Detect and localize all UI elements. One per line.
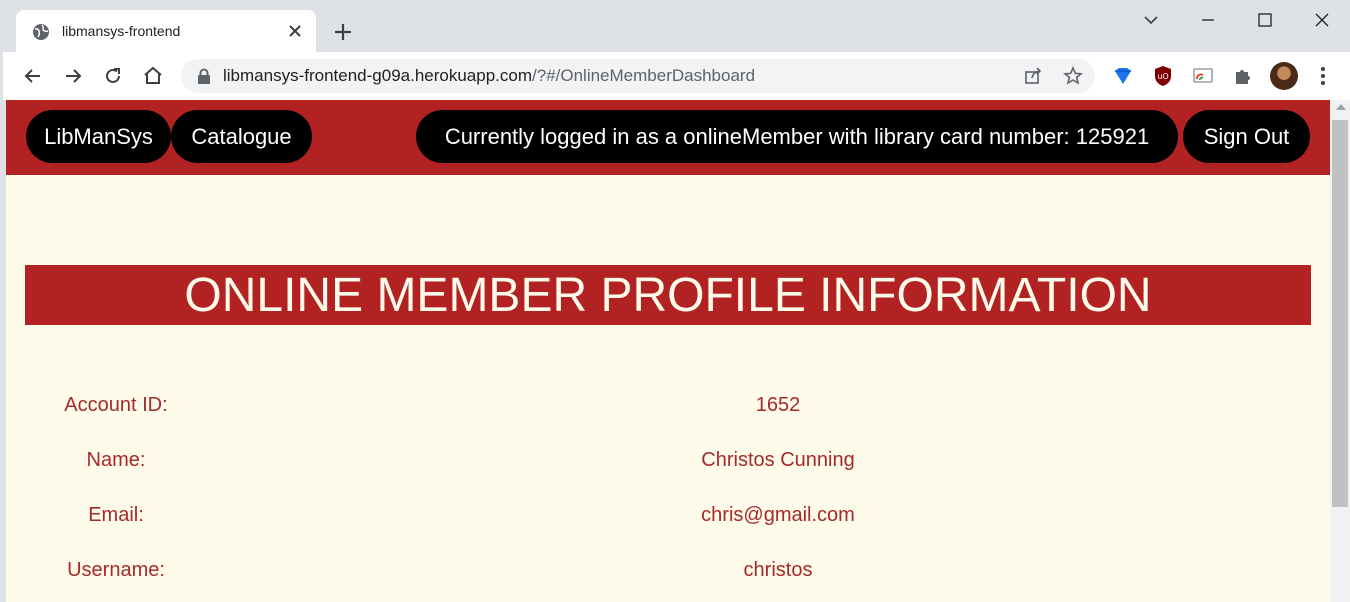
account-id-value: 1652: [755, 394, 801, 416]
brand-button[interactable]: LibManSys: [26, 110, 171, 163]
browser-toolbar: libmansys-frontend-g09a.herokuapp.com/?#…: [3, 52, 1350, 100]
login-status: Currently logged in as a onlineMember wi…: [416, 110, 1178, 163]
svg-text:uO: uO: [1157, 72, 1168, 81]
close-tab-icon[interactable]: [286, 22, 304, 40]
name-label: Name:: [86, 449, 146, 471]
back-icon[interactable]: [21, 64, 45, 88]
globe-icon: [32, 23, 50, 41]
page-viewport: LibManSys Catalogue Currently logged in …: [6, 100, 1330, 602]
minimize-icon[interactable]: [1196, 8, 1220, 32]
scroll-up-arrow-icon[interactable]: [1336, 104, 1346, 110]
email-label: Email:: [88, 504, 144, 526]
username-label: Username:: [67, 559, 165, 581]
url-path: /?#/OnlineMemberDashboard: [532, 66, 756, 85]
extension-diamond-icon[interactable]: [1111, 64, 1135, 88]
email-value: chris@gmail.com: [701, 504, 855, 526]
home-icon[interactable]: [141, 64, 165, 88]
browser-window: libmansys-frontend libmansys-frontend-g0…: [0, 0, 1350, 602]
tab-search-icon[interactable]: [1139, 8, 1163, 32]
app-navbar: LibManSys Catalogue Currently logged in …: [6, 100, 1330, 175]
lock-icon[interactable]: [197, 68, 211, 84]
account-id-label: Account ID:: [64, 394, 168, 416]
close-window-icon[interactable]: [1310, 8, 1334, 32]
browser-tab[interactable]: libmansys-frontend: [16, 10, 316, 52]
share-icon[interactable]: [1023, 66, 1043, 86]
address-bar[interactable]: libmansys-frontend-g09a.herokuapp.com/?#…: [181, 59, 1095, 93]
new-tab-icon[interactable]: [331, 20, 355, 44]
ublock-icon[interactable]: uO: [1151, 64, 1175, 88]
cast-extension-icon[interactable]: [1191, 64, 1215, 88]
puzzle-extensions-icon[interactable]: [1231, 64, 1255, 88]
bookmark-star-icon[interactable]: [1062, 66, 1084, 86]
reload-icon[interactable]: [101, 64, 125, 88]
url-text: libmansys-frontend-g09a.herokuapp.com/?#…: [223, 66, 755, 86]
name-value: Christos Cunning: [701, 449, 855, 471]
catalogue-button[interactable]: Catalogue: [171, 110, 312, 163]
url-host: libmansys-frontend-g09a.herokuapp.com: [223, 66, 533, 85]
forward-icon[interactable]: [61, 64, 85, 88]
maximize-icon[interactable]: [1253, 8, 1277, 32]
profile-avatar[interactable]: [1270, 62, 1298, 90]
tab-title: libmansys-frontend: [62, 23, 181, 39]
more-menu-icon[interactable]: [1311, 64, 1335, 88]
username-value: christos: [743, 559, 813, 581]
page-scrollbar[interactable]: [1330, 100, 1350, 602]
page-title: ONLINE MEMBER PROFILE INFORMATION: [25, 265, 1311, 325]
sign-out-button[interactable]: Sign Out: [1183, 110, 1310, 163]
tab-strip: libmansys-frontend: [3, 0, 1350, 52]
scrollbar-thumb[interactable]: [1332, 120, 1348, 507]
